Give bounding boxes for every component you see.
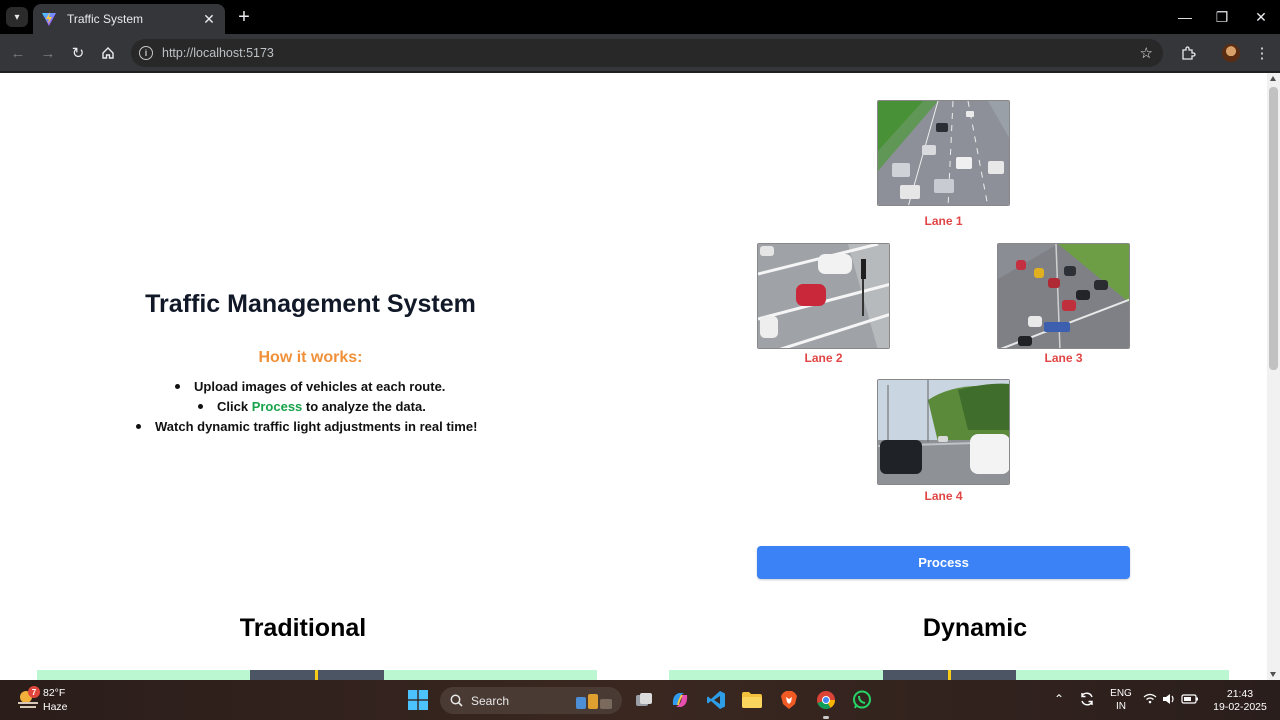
sync-icon	[1081, 692, 1093, 706]
minimize-button[interactable]: —	[1166, 0, 1204, 34]
start-button[interactable]	[406, 688, 430, 712]
instruction-step-1: Upload images of vehicles at each route.	[175, 379, 445, 394]
tab-search-button[interactable]: ▾	[6, 7, 28, 27]
page-title: Traffic Management System	[145, 290, 476, 318]
bullet	[136, 424, 141, 430]
clock-date[interactable]: 19-02-2025	[1206, 701, 1274, 713]
weather-condition: Haze	[43, 701, 68, 713]
bookmark-star-icon[interactable]: ☆	[1140, 44, 1153, 62]
step-2-process-word: Process	[251, 399, 303, 414]
step-2-prefix: Click	[217, 399, 252, 414]
close-tab-icon[interactable]: ✕	[201, 11, 217, 28]
weather-alert-badge: 7	[28, 686, 40, 698]
puzzle-icon	[1181, 45, 1196, 60]
scrollbar-thumb[interactable]	[1269, 87, 1278, 370]
step-1-text: Upload images of vehicles at each route.	[194, 379, 446, 394]
dynamic-section-title: Dynamic	[922, 614, 1028, 642]
site-info-icon[interactable]: i	[139, 46, 153, 60]
quick-settings-button[interactable]	[1142, 689, 1200, 709]
url-text: http://localhost:5173	[162, 46, 274, 60]
home-button[interactable]	[97, 42, 119, 64]
folder-icon	[742, 692, 762, 708]
profile-avatar[interactable]	[1222, 44, 1240, 62]
step-2-suffix: to analyze the data.	[302, 399, 426, 414]
road-center-line	[315, 670, 318, 680]
chrome-menu-button[interactable]: ⋮	[1251, 42, 1273, 64]
lane-3-label: Lane 3	[1044, 351, 1083, 365]
step-3-text: Watch dynamic traffic light adjustments …	[155, 419, 478, 434]
windows-logo-icon	[408, 690, 428, 710]
bullet	[198, 404, 203, 410]
search-highlight-icon	[576, 694, 612, 709]
clock-time[interactable]: 21:43	[1206, 688, 1274, 700]
reload-button[interactable]: ↻	[67, 42, 89, 64]
windows-taskbar: 7 82°F Haze Search ⌃ ENG IN 21:43 19-02-…	[0, 680, 1280, 720]
road-center-line	[948, 670, 951, 680]
vscode-button[interactable]	[704, 688, 728, 712]
dynamic-intersection	[669, 670, 1229, 680]
traditional-section-title: Traditional	[239, 614, 367, 642]
sync-status-button[interactable]	[1077, 689, 1097, 709]
extensions-button[interactable]	[1177, 42, 1199, 64]
process-button[interactable]: Process	[757, 546, 1130, 579]
search-icon	[450, 694, 463, 707]
back-button[interactable]: ←	[7, 42, 29, 64]
language-indicator-bottom[interactable]: IN	[1106, 701, 1136, 712]
vite-icon	[42, 12, 56, 26]
task-view-icon	[636, 693, 652, 706]
wifi-volume-battery-icon	[1143, 693, 1198, 704]
page-viewport: Traffic Management System How it works: …	[0, 73, 1267, 680]
chrome-active-indicator	[823, 716, 829, 719]
weather-temperature: 82°F	[43, 687, 66, 699]
chrome-icon	[817, 691, 835, 710]
tab-strip: ▾ Traffic System ✕ + — ❐ ✕	[0, 0, 1280, 34]
show-hidden-icons-chevron-icon[interactable]: ⌃	[1054, 692, 1064, 706]
home-icon	[102, 47, 114, 59]
lane-2-label: Lane 2	[804, 351, 843, 365]
address-bar[interactable]: i http://localhost:5173 ☆	[131, 39, 1163, 67]
lane-1-image[interactable]	[877, 100, 1010, 206]
copilot-icon	[672, 693, 688, 707]
instruction-step-3: Watch dynamic traffic light adjustments …	[136, 419, 477, 434]
lane-4-image[interactable]	[877, 379, 1010, 485]
new-tab-button[interactable]: +	[234, 6, 254, 28]
task-view-button[interactable]	[632, 688, 656, 712]
browser-tab[interactable]: Traffic System ✕	[33, 4, 225, 34]
browser-toolbar: ← → ↻ i http://localhost:5173 ☆ ⋮	[0, 34, 1280, 72]
maximize-button[interactable]: ❐	[1203, 0, 1241, 34]
bullet	[175, 384, 180, 390]
traditional-intersection	[37, 670, 597, 680]
lane-3-image[interactable]	[997, 243, 1130, 349]
close-window-button[interactable]: ✕	[1242, 0, 1280, 34]
search-label: Search	[471, 693, 510, 708]
scroll-down-icon[interactable]	[1270, 672, 1276, 677]
file-explorer-button[interactable]	[740, 688, 764, 712]
forward-button[interactable]: →	[37, 42, 59, 64]
page-scrollbar[interactable]	[1267, 73, 1280, 680]
language-indicator-top[interactable]: ENG	[1106, 688, 1136, 699]
lane-2-image[interactable]	[757, 243, 890, 349]
whatsapp-icon	[853, 690, 871, 709]
chrome-button[interactable]	[814, 688, 838, 712]
brave-icon	[781, 691, 797, 709]
lane-4-label: Lane 4	[924, 489, 963, 503]
instruction-step-2: Click Process to analyze the data.	[198, 399, 426, 414]
brave-button[interactable]	[777, 688, 801, 712]
how-it-works-heading: How it works:	[258, 349, 363, 366]
vscode-icon	[707, 691, 725, 709]
tab-title: Traffic System	[67, 12, 144, 26]
scroll-up-icon[interactable]	[1270, 76, 1276, 81]
taskbar-search[interactable]: Search	[440, 687, 622, 714]
whatsapp-button[interactable]	[850, 688, 874, 712]
lane-1-label: Lane 1	[924, 214, 963, 228]
copilot-button[interactable]	[668, 688, 692, 712]
